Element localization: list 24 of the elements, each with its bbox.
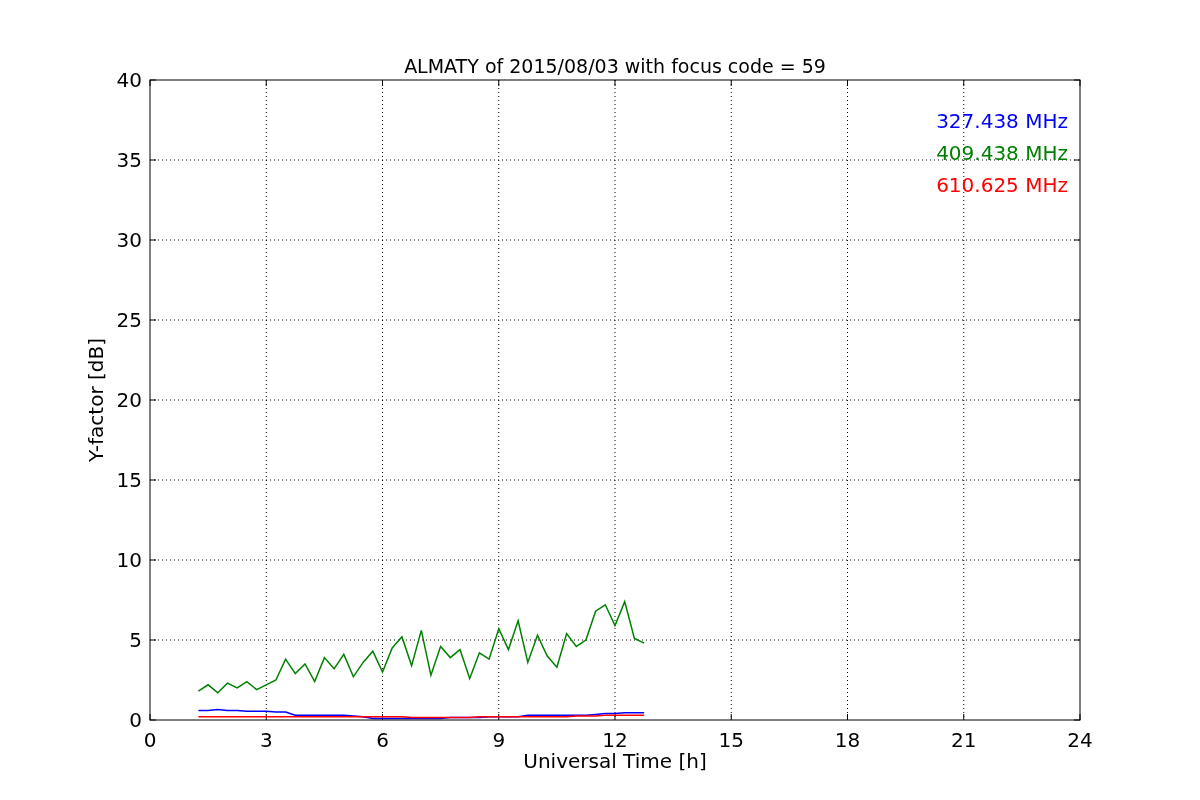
y-tick-label: 0	[129, 708, 142, 732]
x-tick-label: 3	[259, 728, 273, 752]
x-tick-label: 0	[143, 728, 157, 752]
x-tick-label: 6	[376, 728, 389, 752]
y-tick-label: 25	[116, 308, 142, 332]
y-tick-label: 30	[116, 228, 142, 252]
legend-label: 409.438 MHz	[936, 141, 1068, 165]
y-tick-label: 40	[116, 68, 142, 92]
legend-label: 327.438 MHz	[936, 109, 1068, 133]
x-tick-label: 18	[834, 728, 861, 752]
x-axis-label: Universal Time [h]	[523, 749, 707, 773]
y-tick-label: 35	[116, 148, 142, 172]
x-tick-label: 9	[492, 728, 506, 752]
y-tick-label: 5	[129, 628, 142, 652]
y-tick-label: 15	[116, 468, 142, 492]
y-tick-label: 20	[116, 388, 142, 412]
x-tick-label: 24	[1067, 728, 1093, 752]
chart-title: ALMATY of 2015/08/03 with focus code = 59	[404, 55, 826, 77]
x-tick-label: 15	[718, 728, 744, 752]
x-tick-label: 21	[951, 728, 977, 752]
y-axis-label: Y-factor [dB]	[84, 338, 108, 462]
y-tick-label: 10	[116, 548, 142, 572]
x-tick-label: 12	[602, 728, 628, 752]
legend-label: 610.625 MHz	[936, 173, 1068, 197]
